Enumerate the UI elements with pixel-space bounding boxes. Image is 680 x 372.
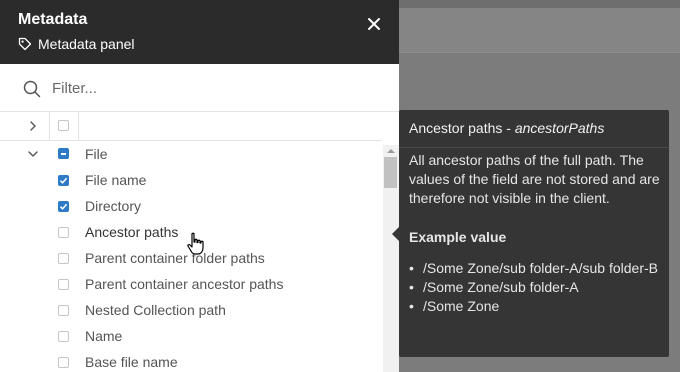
select-all-checkbox[interactable] [58, 120, 69, 131]
panel-subtitle-label: Metadata panel [38, 36, 135, 52]
group-checkbox-partial[interactable] [58, 148, 69, 159]
filter-input[interactable] [52, 77, 372, 99]
search-icon [23, 80, 41, 98]
filter-bar [0, 65, 399, 112]
tooltip-divider [399, 147, 669, 148]
tree-item-label: Parent container ancestor paths [85, 276, 284, 292]
tree-item-label: Nested Collection path [85, 302, 226, 318]
tree-item-label: Base file name [85, 354, 178, 370]
item-checkbox[interactable] [58, 305, 69, 316]
tooltip-description: All ancestor paths of the full path. The… [409, 152, 660, 206]
field-tooltip: Ancestor paths - ancestorPaths All ances… [399, 110, 669, 357]
tree-item-label: Directory [85, 198, 142, 214]
tooltip-example-item: /Some Zone/sub folder-A [409, 278, 659, 297]
tooltip-title-prefix: Ancestor paths - [409, 120, 515, 136]
item-checkbox-checked[interactable] [58, 201, 69, 212]
scrollbar-thumb[interactable] [384, 157, 397, 188]
panel-header: Metadata Metadata panel [0, 0, 399, 64]
tooltip-example-item: /Some Zone [409, 297, 659, 316]
column-divider [78, 112, 79, 140]
tag-icon [18, 37, 32, 51]
item-checkbox[interactable] [58, 279, 69, 290]
panel-subtitle: Metadata panel [18, 36, 135, 52]
tree-item-label: File name [85, 172, 147, 188]
close-icon[interactable] [364, 14, 384, 34]
metadata-panel: Metadata Metadata panel Filter... File F… [0, 0, 399, 372]
tree-item-base-file-name[interactable]: Base file name [0, 349, 382, 372]
item-checkbox[interactable] [58, 331, 69, 342]
checkmark-icon [59, 177, 68, 184]
tree-item-file-name[interactable]: File name [0, 167, 382, 193]
tree-item-directory[interactable]: Directory [0, 193, 382, 219]
tooltip-example-heading: Example value [409, 229, 507, 245]
column-divider [49, 112, 50, 140]
item-checkbox-checked[interactable] [58, 175, 69, 186]
background-app-toolbar [399, 8, 680, 53]
tooltip-field-name: ancestorPaths [514, 120, 605, 136]
hand-pointer-icon [187, 232, 204, 255]
item-checkbox[interactable] [58, 227, 69, 238]
tooltip-title: Ancestor paths - ancestorPaths [409, 120, 604, 136]
chevron-right-icon[interactable] [27, 120, 39, 132]
tree-header-row [0, 112, 382, 141]
item-checkbox[interactable] [58, 357, 69, 368]
tree-item-name[interactable]: Name [0, 323, 382, 349]
chevron-down-icon[interactable] [27, 148, 39, 160]
tree-item-label: Parent container folder paths [85, 250, 265, 266]
item-checkbox[interactable] [58, 253, 69, 264]
tooltip-example-item: /Some Zone/sub folder-A/sub folder-B [409, 259, 659, 278]
tree-item-nested-collection-path[interactable]: Nested Collection path [0, 297, 382, 323]
checkmark-icon [59, 203, 68, 210]
tree-item-label: Ancestor paths [85, 224, 179, 240]
background-app-header [399, 0, 680, 8]
tree-group-label: File [85, 146, 108, 162]
tree-item-label: Name [85, 328, 123, 344]
panel-title: Metadata [18, 11, 88, 28]
tooltip-example-list: /Some Zone/sub folder-A/sub folder-B /So… [409, 259, 659, 316]
tree-item-parent-container-ancestor-paths[interactable]: Parent container ancestor paths [0, 271, 382, 297]
scroll-up-arrow-icon[interactable] [386, 147, 396, 155]
tree-group-file[interactable]: File [0, 141, 382, 167]
